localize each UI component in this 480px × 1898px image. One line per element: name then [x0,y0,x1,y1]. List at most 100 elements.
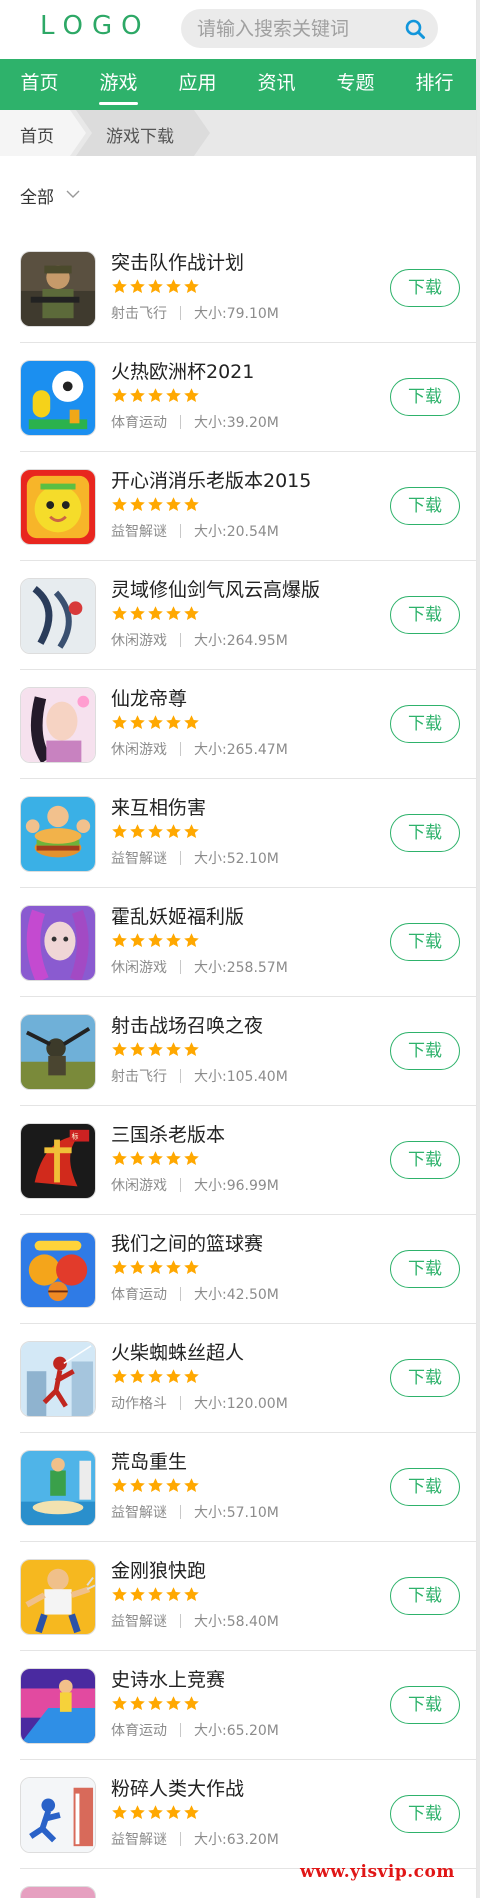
star-icon [166,1478,181,1492]
star-icon [184,388,199,402]
game-list-item[interactable]: 突击队作战计划 射击飞行 大小:79.10M 下载 [20,234,476,343]
star-icon [112,606,127,620]
star-icon [166,1369,181,1383]
download-button[interactable]: 下载 [390,487,460,525]
nav-item-games[interactable]: 游戏 [79,59,158,110]
star-icon [166,279,181,293]
search-icon[interactable] [404,18,426,40]
game-title[interactable]: 荒岛重生 [111,1447,187,1474]
download-button[interactable]: 下载 [390,1141,460,1179]
game-icon[interactable] [20,1232,96,1308]
game-title[interactable]: 开心消消乐老版本2015 [111,466,311,493]
logo[interactable]: LOGO [40,11,151,41]
game-size: 大小:265.47M [194,742,288,758]
star-icon [166,1696,181,1710]
download-button[interactable]: 下载 [390,1468,460,1506]
game-list-item[interactable]: 火柴蜘蛛丝超人 动作格斗 大小:120.00M 下载 [20,1324,476,1433]
download-button[interactable]: 下载 [390,1359,460,1397]
game-list-item[interactable]: 荒岛重生 益智解谜 大小:57.10M 下载 [20,1433,476,1542]
game-title[interactable]: 金刚狼快跑 [111,1556,206,1583]
game-title[interactable]: 火柴蜘蛛丝超人 [111,1338,244,1365]
game-title[interactable]: 史诗水上竞赛 [111,1665,225,1692]
game-icon[interactable] [20,360,96,436]
game-list-item[interactable]: 灵域修仙剑气风云高爆版 休闲游戏 大小:264.95M 下载 [20,561,476,670]
filter-label[interactable]: 全部 [20,183,54,208]
star-icon [112,933,127,947]
star-icon [130,1587,145,1601]
meta-divider [180,306,181,320]
game-icon[interactable] [20,905,96,981]
search-box[interactable] [181,9,438,48]
game-meta: 益智解谜 大小:63.20M [111,1829,279,1849]
breadcrumb-home-label[interactable]: 首页 [20,122,54,147]
game-icon[interactable] [20,1450,96,1526]
game-size: 大小:57.10M [194,1505,279,1521]
download-button[interactable]: 下载 [390,1577,460,1615]
star-icon [112,388,127,402]
game-icon[interactable] [20,1341,96,1417]
download-button[interactable]: 下载 [390,269,460,307]
game-icon[interactable] [20,1014,96,1090]
rating-stars [111,1368,200,1386]
game-list-item[interactable]: 金刚狼快跑益智解谜 大小:58.40M 下载 [20,1542,476,1651]
game-title[interactable]: 粉碎人类大作战 [111,1774,244,1801]
download-button[interactable]: 下载 [390,1032,460,1070]
download-button[interactable]: 下载 [390,1686,460,1724]
game-list-item[interactable]: 开心消消乐老版本2015 益智解谜 大小:20.54M 下载 [20,452,476,561]
game-title[interactable]: 仙龙帝尊 [111,684,187,711]
watermark: www.yisvip.com [300,1862,455,1882]
game-title[interactable]: 我们之间的篮球赛 [111,1229,263,1256]
game-icon[interactable] [20,1559,96,1635]
game-icon[interactable] [20,1668,96,1744]
game-list-item[interactable]: 来互相伤害 益智解谜 大小:52.10M 下载 [20,779,476,888]
breadcrumb-home[interactable]: 首页 [0,110,86,156]
download-button[interactable]: 下载 [390,814,460,852]
game-icon[interactable] [20,796,96,872]
nav-item-home[interactable]: 首页 [0,59,79,110]
nav-item-news[interactable]: 资讯 [237,59,316,110]
download-button[interactable]: 下载 [390,1250,460,1288]
nav-item-topics[interactable]: 专题 [316,59,395,110]
game-list-item[interactable]: 射击战场召唤之夜 射击飞行 大小:105.40M 下载 [20,997,476,1106]
game-title[interactable]: 火热欧洲杯2021 [111,357,254,384]
game-size: 大小:39.20M [194,415,279,431]
star-icon [184,824,199,838]
game-title[interactable]: 三国杀老版本 [111,1120,225,1147]
game-title[interactable]: 突击队作战计划 [111,248,244,275]
download-button[interactable]: 下载 [390,705,460,743]
game-icon[interactable]: 标 [20,1123,96,1199]
game-size: 大小:79.10M [194,306,279,322]
game-list-item[interactable]: 火热欧洲杯2021 体育运动 大小:39.20M 下载 [20,343,476,452]
chevron-down-icon[interactable] [66,186,80,200]
download-button[interactable]: 下载 [390,923,460,961]
game-meta: 休闲游戏 大小:258.57M [111,957,288,977]
category-filter[interactable]: 全部 [0,156,476,234]
game-title[interactable]: 射击战场召唤之夜 [111,1011,263,1038]
rating-stars [111,387,200,405]
game-icon[interactable] [20,1886,96,1898]
game-list-item[interactable]: 仙龙帝尊 休闲游戏 大小:265.47M 下载 [20,670,476,779]
game-list-item[interactable]: 史诗水上竞赛 体育运动 大小:65.20M 下载 [20,1651,476,1760]
download-button[interactable]: 下载 [390,1795,460,1833]
game-title[interactable]: 来互相伤害 [111,793,206,820]
game-title[interactable]: 霍乱妖姬福利版 [111,902,244,929]
game-list-item[interactable]: 我们之间的篮球赛 体育运动 大小:42.50M 下载 [20,1215,476,1324]
search-input[interactable] [197,9,397,48]
game-icon[interactable] [20,578,96,654]
game-title[interactable]: 灵域修仙剑气风云高爆版 [111,575,320,602]
game-icon[interactable] [20,687,96,763]
game-icon[interactable] [20,1777,96,1853]
game-list-item[interactable]: 标 三国杀老版本 休闲游戏 大小:96.99M 下载 [20,1106,476,1215]
game-meta: 益智解谜 大小:58.40M [111,1611,279,1631]
game-list-item[interactable]: 霍乱妖姬福利版休闲游戏 大小:258.57M 下载 [20,888,476,997]
nav-item-apps[interactable]: 应用 [158,59,237,110]
star-icon [112,1369,127,1383]
game-list-item[interactable]: 粉碎人类大作战益智解谜 大小:63.20M 下载 [20,1760,476,1869]
download-button[interactable]: 下载 [390,378,460,416]
nav-item-ranking[interactable]: 排行 [395,59,474,110]
star-icon [166,824,181,838]
game-icon[interactable] [20,251,96,327]
download-button[interactable]: 下载 [390,596,460,634]
game-icon[interactable] [20,469,96,545]
rating-stars [111,932,200,950]
